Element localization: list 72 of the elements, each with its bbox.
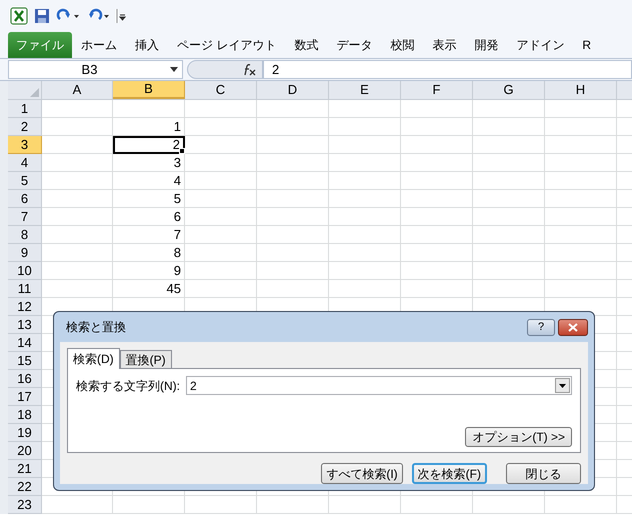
row-header[interactable]: 19 xyxy=(8,424,42,442)
ribbon-tab[interactable]: 表示 xyxy=(423,32,466,58)
row-header[interactable]: 20 xyxy=(8,442,42,460)
ribbon-tab[interactable]: 開発 xyxy=(465,32,508,58)
column-header[interactable]: G xyxy=(473,81,545,99)
select-all-icon[interactable] xyxy=(30,88,39,97)
dialog-button[interactable]: 閉じる xyxy=(506,463,581,484)
table-cell[interactable] xyxy=(257,496,329,514)
column-header[interactable]: F xyxy=(401,81,473,99)
dialog-button[interactable]: すべて検索(I) xyxy=(321,463,403,484)
search-field[interactable]: 2 xyxy=(186,376,572,395)
row-header[interactable]: 9 xyxy=(8,244,42,262)
ribbon-tab[interactable]: ホーム xyxy=(72,32,126,58)
row-header[interactable]: 16 xyxy=(8,370,42,388)
row-header[interactable]: 2 xyxy=(8,118,42,136)
dropdown-arrow-icon[interactable] xyxy=(170,67,178,72)
column-header[interactable]: H xyxy=(545,81,617,99)
row-header[interactable]: 11 xyxy=(8,280,42,298)
search-label: 検索する文字列(N): xyxy=(76,378,181,394)
name-box[interactable]: B3 xyxy=(8,60,183,79)
dialog-tab[interactable]: 置換(P) xyxy=(120,350,172,368)
row-header[interactable]: 18 xyxy=(8,406,42,424)
row-header[interactable]: 21 xyxy=(8,460,42,478)
customize-toolbar-icon[interactable] xyxy=(116,8,126,24)
file-tab[interactable]: ファイル xyxy=(8,32,72,58)
row-header[interactable]: 3 xyxy=(8,136,42,154)
table-cell[interactable] xyxy=(473,496,545,514)
fill-handle[interactable] xyxy=(179,148,185,154)
help-button[interactable]: ? xyxy=(527,318,555,336)
table-cell[interactable]: 1 xyxy=(113,118,185,136)
save-icon[interactable] xyxy=(34,8,50,24)
dialog-tab[interactable]: 検索(D) xyxy=(67,348,120,369)
row-header[interactable]: 6 xyxy=(8,190,42,208)
table-cell[interactable] xyxy=(401,496,473,514)
row-header[interactable]: 15 xyxy=(8,352,42,370)
column-header[interactable]: D xyxy=(257,81,329,99)
table-cell[interactable] xyxy=(42,496,113,514)
row-header[interactable]: 22 xyxy=(8,478,42,496)
dialog-button[interactable]: 次を検索(F) xyxy=(412,463,487,484)
row-header[interactable]: 14 xyxy=(8,334,42,352)
dialog-title: 検索と置換 xyxy=(66,319,127,336)
table-cell[interactable] xyxy=(329,496,401,514)
active-cell[interactable]: 2 xyxy=(113,136,185,154)
formula-field[interactable]: 2 xyxy=(263,60,632,79)
table-cell[interactable] xyxy=(113,496,185,514)
column-header[interactable]: B xyxy=(113,81,185,99)
ribbon-tab[interactable]: 校閲 xyxy=(381,32,424,58)
row-header[interactable]: 23 xyxy=(8,496,42,514)
ribbon-tab[interactable]: データ xyxy=(327,32,382,58)
row-header[interactable]: 4 xyxy=(8,154,42,172)
row-header[interactable]: 1 xyxy=(8,100,42,118)
close-icon xyxy=(568,322,578,332)
ribbon-tab[interactable]: ページ レイアウト xyxy=(168,32,286,58)
row-header[interactable]: 13 xyxy=(8,316,42,334)
table-cell[interactable] xyxy=(545,496,617,514)
row-header[interactable]: 7 xyxy=(8,208,42,226)
close-button[interactable] xyxy=(558,318,588,336)
ribbon-tab[interactable]: R xyxy=(573,32,600,58)
row-header[interactable]: 5 xyxy=(8,172,42,190)
row-header[interactable]: 10 xyxy=(8,262,42,280)
options-button[interactable]: オプション(T) >> xyxy=(465,427,572,447)
function-icon[interactable] xyxy=(242,64,256,76)
ribbon-tab[interactable]: 挿入 xyxy=(126,32,168,58)
row-header[interactable]: 8 xyxy=(8,226,42,244)
spreadsheet-logo-icon[interactable] xyxy=(10,7,28,25)
row-header[interactable]: 12 xyxy=(8,298,42,316)
ribbon-tab[interactable]: アドイン xyxy=(507,32,574,58)
table-cell[interactable] xyxy=(185,496,257,514)
column-header[interactable]: E xyxy=(329,81,401,99)
row-header[interactable]: 17 xyxy=(8,388,42,406)
ribbon-tab[interactable]: 数式 xyxy=(285,32,328,58)
column-header[interactable]: C xyxy=(185,81,257,99)
